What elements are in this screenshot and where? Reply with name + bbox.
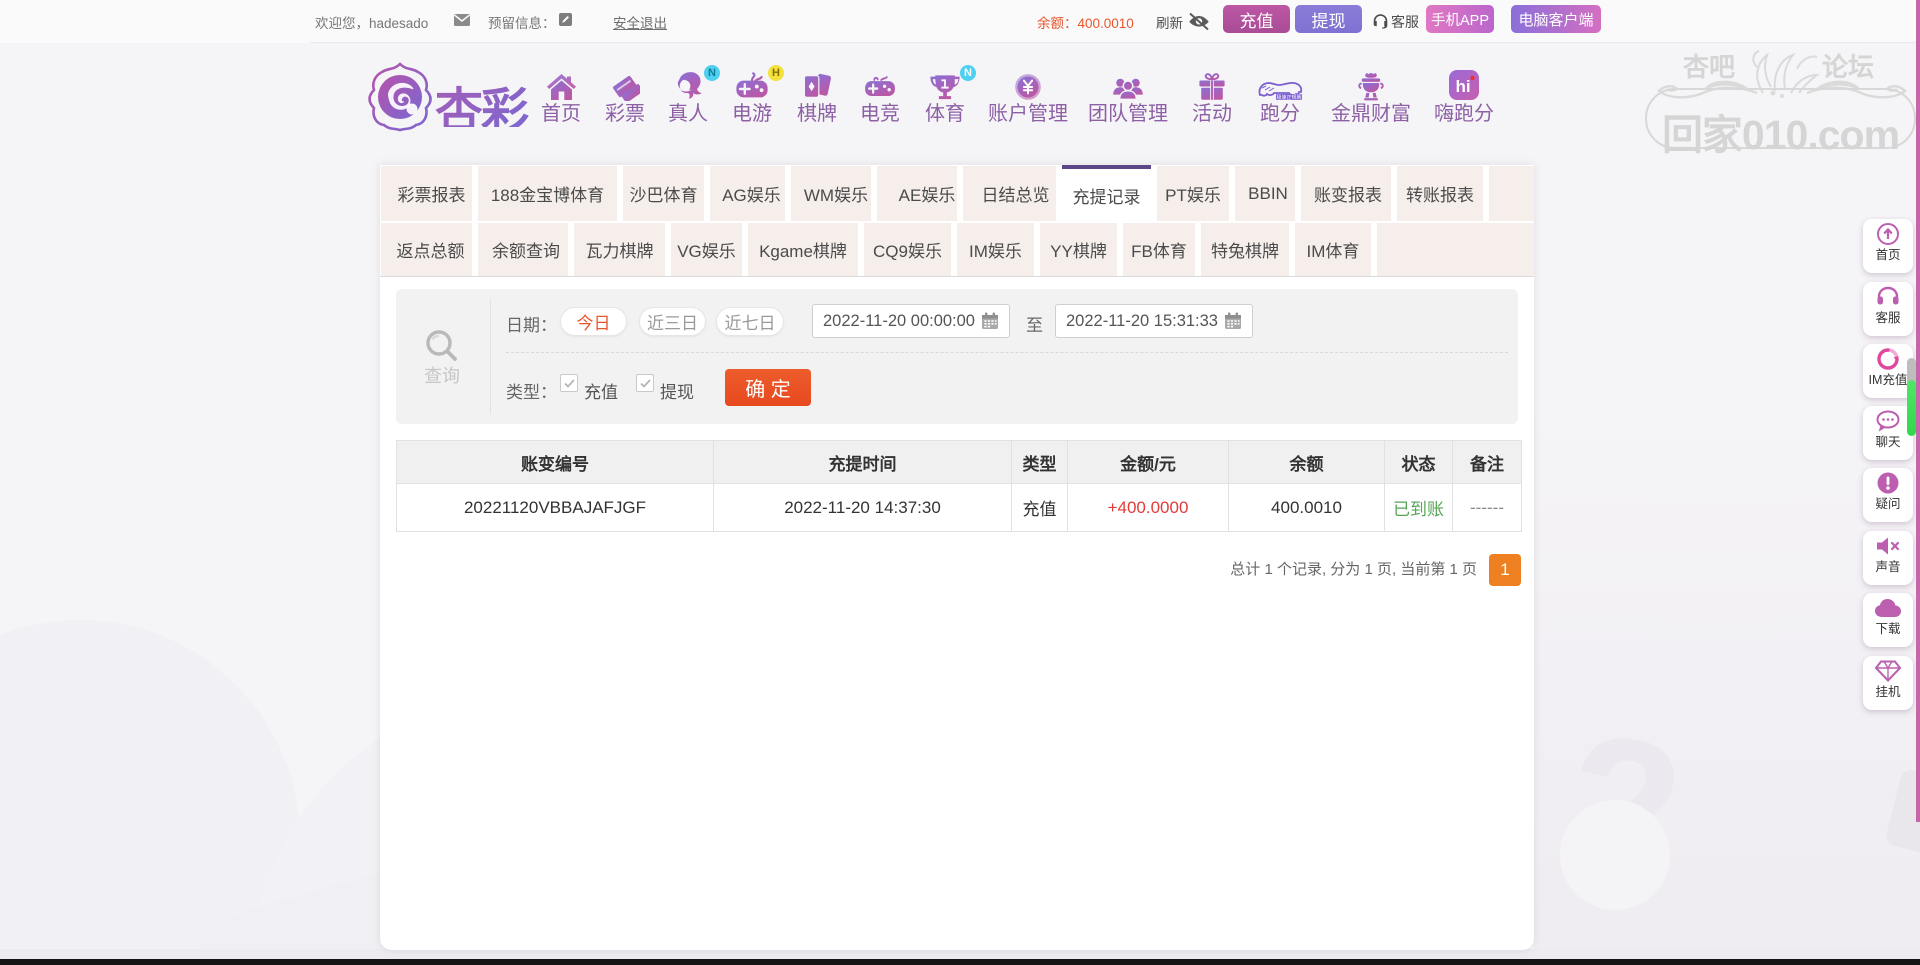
svg-text:极速正规赛: 极速正规赛 [1276, 94, 1301, 101]
svg-text:hi: hi [1455, 77, 1470, 96]
